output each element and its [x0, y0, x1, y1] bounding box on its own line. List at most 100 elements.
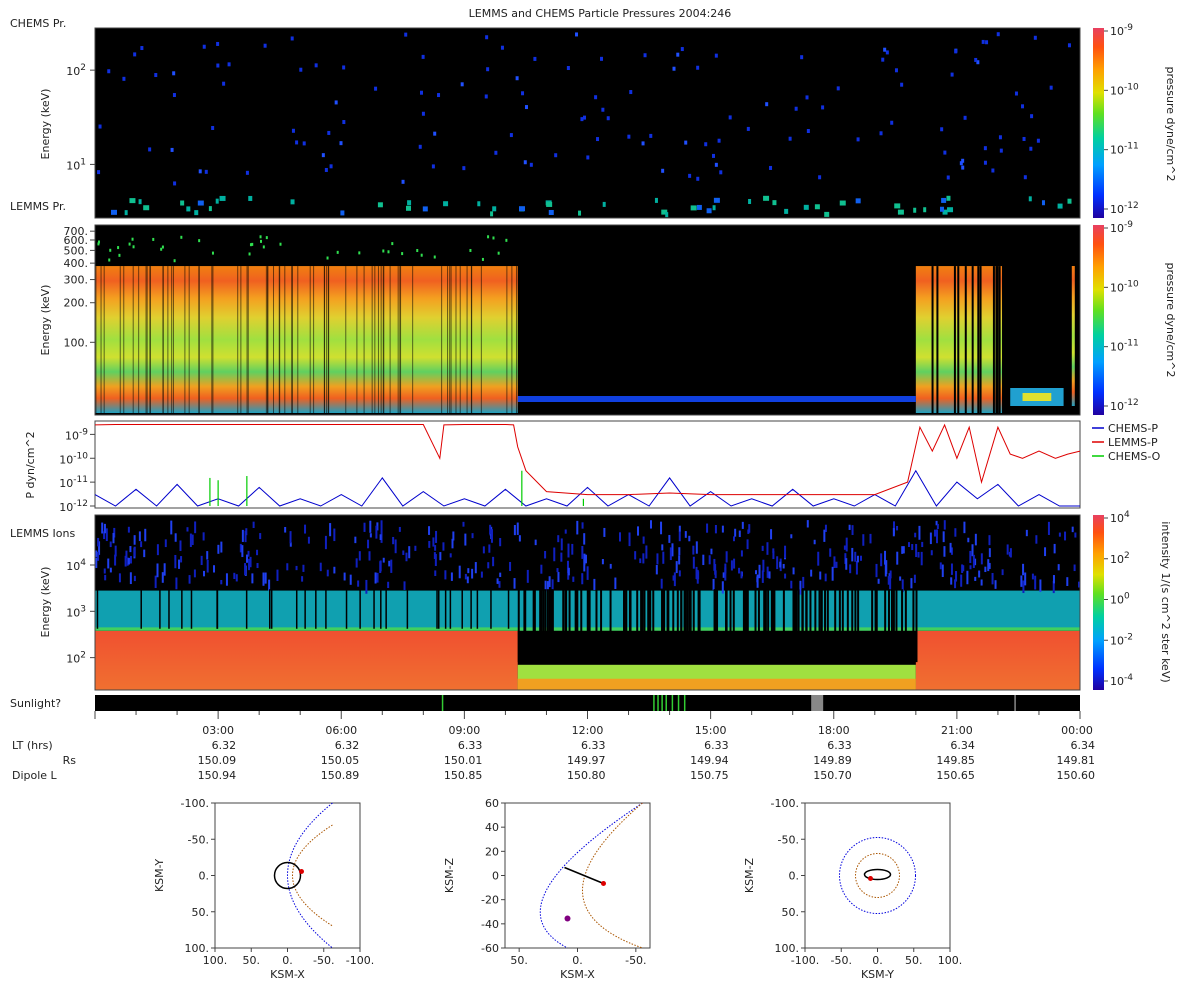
data-pixel: [172, 93, 176, 98]
data-gap: [397, 266, 399, 413]
data-pixel: [746, 126, 750, 131]
dipole-l-value: 150.94: [198, 769, 237, 782]
data-pixel: [416, 249, 419, 253]
data-pixel: [233, 572, 236, 579]
data-pixel: [268, 579, 271, 591]
xtick-label: 18:00: [818, 724, 850, 737]
data-pixel: [164, 539, 167, 548]
orbit-ytick-label: -100.: [771, 797, 799, 810]
data-gap: [757, 589, 760, 663]
data-pixel: [763, 195, 770, 201]
data-pixel: [678, 555, 681, 565]
data-pixel: [189, 533, 192, 547]
orbit-ytick-label: 0: [492, 870, 499, 883]
lt-value: 6.33: [704, 739, 729, 752]
data-gap: [470, 589, 472, 629]
data-gap: [977, 266, 980, 413]
orbit-xtick-label: -50.: [831, 954, 852, 967]
data-pixel: [367, 539, 370, 549]
data-pixel: [450, 572, 453, 581]
data-pixel: [402, 550, 405, 556]
data-pixel: [321, 153, 325, 158]
data-pixel: [1049, 85, 1053, 90]
data-pixel: [421, 111, 425, 116]
ytick-label: 500.: [64, 244, 89, 257]
lt-value: 6.32: [335, 739, 360, 752]
data-pixel: [1074, 532, 1077, 538]
xtick-label: 06:00: [325, 724, 357, 737]
data-pixel: [814, 204, 820, 210]
sunlight-mark: [677, 695, 680, 711]
data-pixel: [469, 248, 472, 252]
data-pixel: [897, 209, 904, 215]
orbit-ytick-label: -50.: [778, 833, 799, 846]
data-gap: [297, 266, 299, 413]
orbit-xtick-label: -50.: [625, 954, 646, 967]
data-gap: [820, 589, 823, 663]
data-pixel: [688, 535, 691, 542]
orbit-ylabel: KSM-Y: [153, 859, 166, 892]
data-gap: [95, 266, 97, 413]
data-pixel: [619, 532, 622, 542]
data-pixel: [248, 252, 251, 256]
data-pixel: [128, 242, 131, 246]
data-gap: [814, 589, 817, 663]
data-pixel: [202, 532, 205, 541]
ytick-label: 102: [66, 651, 86, 666]
data-gap: [198, 266, 200, 413]
data-pixel: [634, 551, 637, 560]
data-gap: [539, 589, 542, 663]
data-pixel: [1053, 543, 1056, 554]
data-gap: [809, 589, 812, 663]
data-gap: [380, 589, 382, 629]
sunlight-mark: [661, 695, 663, 711]
spacecraft-marker: [299, 869, 304, 874]
data-pixel: [910, 578, 913, 589]
data-gap: [471, 266, 473, 413]
data-pixel: [724, 567, 727, 581]
data-gap: [714, 589, 717, 663]
data-gap: [998, 266, 1001, 413]
data-pixel: [875, 563, 878, 578]
data-pixel: [578, 210, 582, 216]
data-pixel: [377, 202, 383, 208]
data-gap: [246, 266, 248, 413]
data-gap: [359, 589, 361, 629]
data-pixel: [974, 57, 978, 62]
data-pixel: [180, 235, 183, 239]
data-gap: [600, 589, 603, 663]
data-gap: [971, 266, 974, 413]
data-gap: [625, 589, 628, 663]
data-pixel: [110, 209, 117, 215]
data-pixel: [782, 563, 785, 569]
rs-row-label: Rs: [63, 754, 77, 767]
data-pixel: [747, 529, 750, 534]
data-pixel: [708, 555, 711, 565]
data-pixel: [929, 532, 932, 545]
data-pixel: [594, 95, 598, 100]
data-gap: [688, 589, 691, 663]
data-pixel: [220, 541, 223, 553]
data-pixel: [900, 82, 904, 87]
data-pixel: [245, 528, 248, 536]
data-pixel: [259, 533, 262, 540]
data-pixel: [848, 524, 851, 530]
data-pixel: [156, 563, 159, 578]
data-pixel: [884, 563, 887, 577]
chart-title: LEMMS and CHEMS Particle Pressures 2004:…: [469, 7, 732, 20]
data-pixel: [1021, 104, 1025, 109]
data-pixel: [839, 200, 846, 206]
panel-4-colorbar: [1093, 515, 1104, 690]
data-pixel: [492, 206, 497, 212]
data-pixel: [529, 162, 533, 167]
data-pixel: [856, 137, 860, 142]
orbit-ytick-label: 50.: [782, 906, 800, 919]
data-gap: [964, 266, 967, 413]
data-gap: [742, 589, 745, 663]
data-pixel: [947, 207, 954, 213]
data-pixel: [586, 566, 589, 580]
data-pixel: [380, 520, 383, 533]
data-pixel: [576, 520, 579, 535]
data-pixel: [326, 569, 329, 577]
data-gap: [890, 589, 893, 663]
